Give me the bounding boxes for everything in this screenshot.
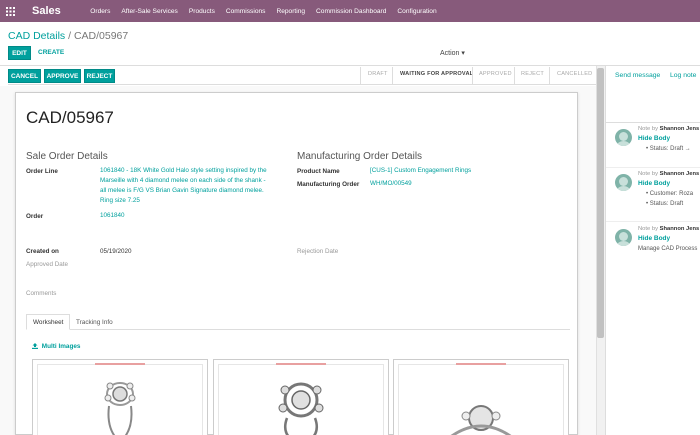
product-name-link[interactable]: [CUS-1] Custom Engagement Rings [370, 166, 471, 176]
action-dropdown[interactable]: Action ▾ [440, 49, 465, 57]
top-navbar: Sales Orders After-Sale Services Product… [0, 0, 700, 22]
order-label: Order [26, 213, 44, 220]
multi-images-button[interactable]: Multi Images [32, 343, 81, 350]
note-prefix: Note by [638, 226, 658, 232]
stage-separator [392, 67, 393, 84]
tracking-detail: • Status: Draft → [646, 146, 691, 152]
hide-body-toggle[interactable]: Hide Body [638, 235, 670, 242]
notebook-tabs: Worksheet Tracking Info [26, 314, 570, 330]
order-line-text: 1061840 - 18K White Gold Halo style sett… [100, 167, 267, 174]
app-brand[interactable]: Sales [32, 5, 61, 17]
hide-body-toggle[interactable]: Hide Body [638, 180, 670, 187]
menu-commissions[interactable]: Commissions [220, 8, 271, 15]
hide-body-toggle[interactable]: Hide Body [638, 135, 670, 142]
stage-waiting-for-approval[interactable]: WAITING FOR APPROVAL [400, 71, 473, 77]
status-bar: DRAFT WAITING FOR APPROVAL APPROVED REJE… [8, 67, 596, 85]
divider [0, 65, 700, 66]
tracking-detail: • Customer: Roza [646, 191, 694, 197]
tracking-value: Status: Draft → [649, 146, 691, 152]
stage-reject[interactable]: REJECT [521, 71, 544, 77]
message-meta: Note by Shannon Jens [638, 226, 699, 232]
manufacturing-heading: Manufacturing Order Details [297, 151, 423, 162]
ring-image-3[interactable] [393, 359, 569, 435]
message-meta: Note by Shannon Jens [638, 171, 699, 177]
stage-cancelled[interactable]: CANCELLED [557, 71, 592, 77]
send-message-button[interactable]: Send message [615, 72, 660, 79]
stage-separator [472, 67, 473, 84]
created-on-value: 05/19/2020 [100, 248, 132, 255]
created-on-label: Created on [26, 248, 59, 255]
stage-approved[interactable]: APPROVED [479, 71, 512, 77]
menu-commission-dashboard[interactable]: Commission Dashboard [311, 8, 392, 15]
message-body: Manage CAD Process [638, 246, 698, 252]
order-line-text: Marseille with 4 diamond melee on each s… [100, 177, 266, 184]
message-author[interactable]: Shannon Jens [660, 126, 700, 132]
tab-worksheet[interactable]: Worksheet [26, 314, 71, 330]
chatter-divider [606, 122, 700, 123]
stage-separator [549, 67, 550, 84]
tracking-detail: • Status: Draft [646, 201, 684, 207]
stage-draft[interactable]: DRAFT [368, 71, 388, 77]
breadcrumb: CAD Details / CAD/05967 [8, 30, 128, 42]
record-title: CAD/05967 [26, 108, 114, 127]
order-line-label: Order Line [26, 168, 58, 175]
message-author[interactable]: Shannon Jens [660, 171, 700, 177]
action-label: Action [440, 50, 460, 57]
message-separator [606, 167, 700, 168]
menu-orders[interactable]: Orders [85, 8, 116, 15]
scrollbar-thumb[interactable] [597, 68, 604, 338]
main-menu: Orders After-Sale Services Products Comm… [85, 8, 442, 15]
ring-image [278, 382, 324, 435]
order-line-text: all melee is F/G VS Brian Gavin Signatur… [100, 187, 264, 194]
approved-date-label: Approved Date [26, 261, 69, 268]
rejection-date-label: Rejection Date [297, 248, 339, 255]
breadcrumb-separator: / [68, 30, 72, 42]
avatar[interactable] [615, 229, 632, 246]
message-separator [606, 221, 700, 222]
tab-tracking-info[interactable]: Tracking Info [70, 314, 119, 330]
tracking-value: Customer: Roza [649, 191, 694, 197]
caret-down-icon: ▾ [461, 50, 465, 57]
menu-reporting[interactable]: Reporting [271, 8, 311, 15]
watermark-bar [214, 363, 388, 365]
breadcrumb-current: CAD/05967 [73, 30, 129, 42]
create-button[interactable]: CREATE [38, 49, 64, 56]
chatter-panel: Send message Log note Note by Shannon Je… [605, 66, 700, 435]
order-link[interactable]: 1061840 [100, 211, 125, 221]
sale-order-heading: Sale Order Details [26, 151, 108, 162]
message-author[interactable]: Shannon Jens [660, 226, 700, 232]
log-note-button[interactable]: Log note [670, 72, 696, 79]
note-prefix: Note by [638, 126, 658, 132]
menu-configuration[interactable]: Configuration [392, 8, 442, 15]
avatar[interactable] [615, 129, 632, 146]
ring-image-1[interactable] [32, 359, 208, 435]
watermark-bar [394, 363, 568, 365]
avatar[interactable] [615, 174, 632, 191]
manufacturing-order-link[interactable]: WH/MO/00549 [370, 179, 412, 189]
stage-separator [514, 67, 515, 84]
product-name-label: Product Name [297, 168, 340, 175]
menu-after-sale-services[interactable]: After-Sale Services [116, 8, 183, 15]
apps-grid-icon[interactable] [0, 0, 20, 22]
ring-image [450, 405, 512, 435]
ring-image-2[interactable] [213, 359, 389, 435]
tracking-value: Status: Draft [649, 201, 684, 207]
form-sheet: CAD/05967 Sale Order Details Order Line … [15, 92, 578, 435]
note-prefix: Note by [638, 171, 658, 177]
ring-image [104, 382, 136, 435]
edit-button[interactable]: EDIT [8, 46, 31, 60]
comments-label: Comments [26, 290, 57, 297]
multi-images-label: Multi Images [41, 343, 81, 350]
order-line-link[interactable]: 1061840 - 18K White Gold Halo style sett… [100, 166, 267, 206]
order-line-text: Ring size 7.25 [100, 197, 140, 204]
manufacturing-order-label: Manufacturing Order [297, 181, 360, 188]
upload-icon [32, 343, 38, 349]
message-meta: Note by Shannon Jens [638, 126, 699, 132]
menu-products[interactable]: Products [183, 8, 220, 15]
breadcrumb-parent[interactable]: CAD Details [8, 30, 65, 42]
watermark-bar [33, 363, 207, 365]
stage-separator [360, 67, 361, 84]
